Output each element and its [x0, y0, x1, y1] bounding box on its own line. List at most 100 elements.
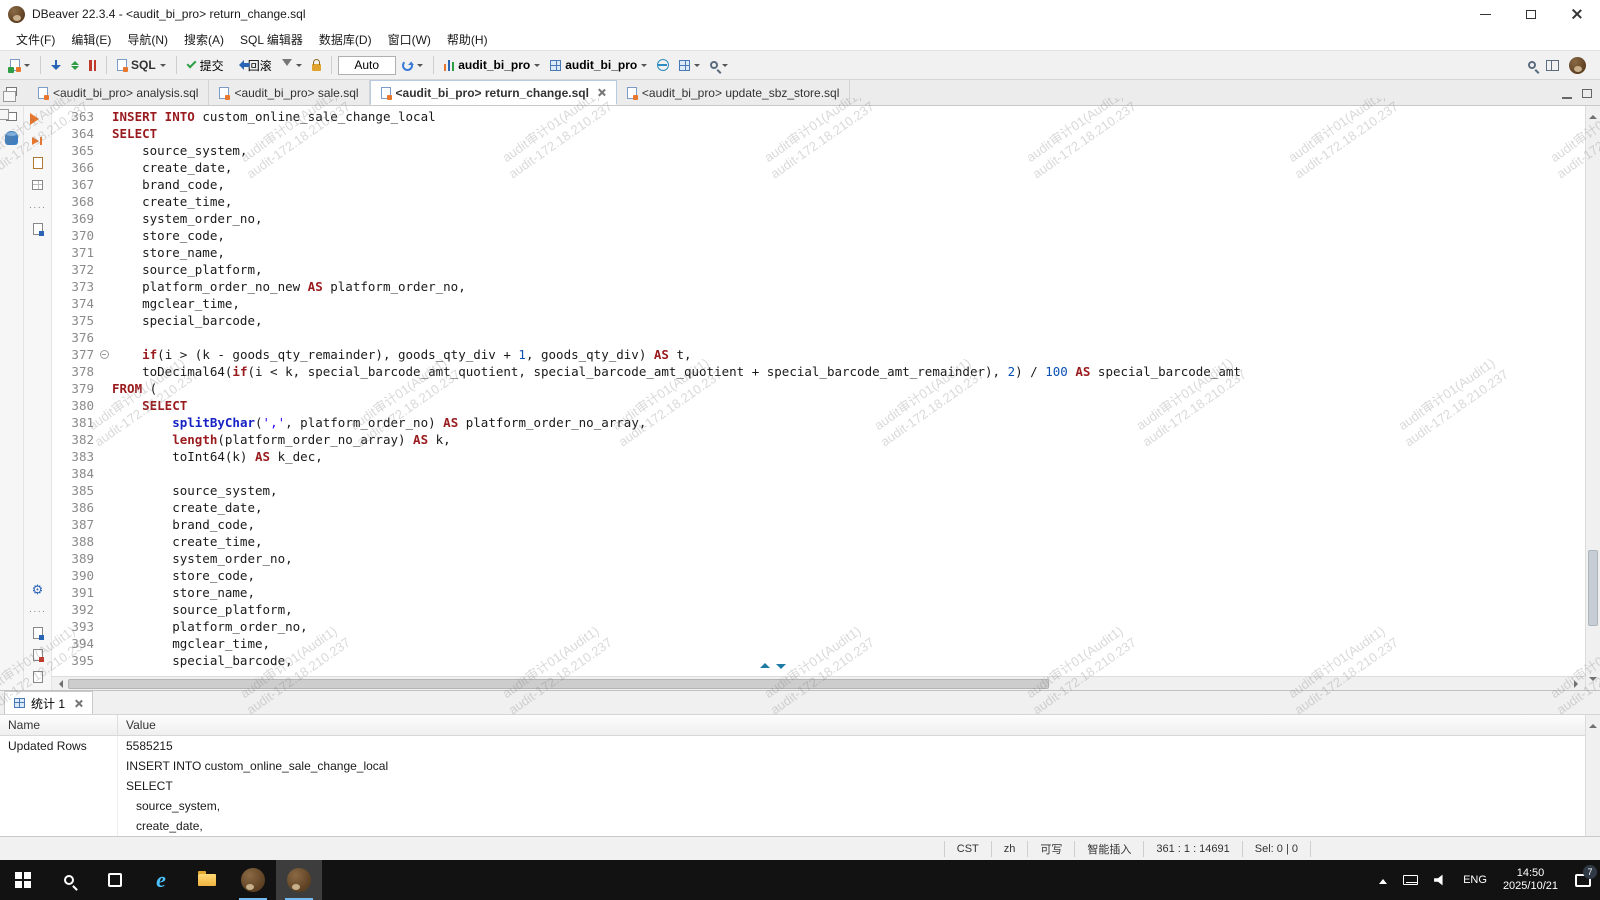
code-line-383[interactable]: 383 toInt64(k) AS k_dec,: [52, 448, 1585, 465]
minimize-view-icon[interactable]: [1562, 97, 1572, 99]
network-button[interactable]: [653, 56, 673, 74]
code-line-382[interactable]: 382 length(platform_order_no_array) AS k…: [52, 431, 1585, 448]
code-line-369[interactable]: 369 system_order_no,: [52, 210, 1585, 227]
code-line-387[interactable]: 387 brand_code,: [52, 516, 1585, 533]
taskbar-search-button[interactable]: [46, 860, 92, 900]
start-button[interactable]: [0, 860, 46, 900]
settings-gear-icon[interactable]: ⚙: [30, 582, 46, 596]
maximize-view-icon[interactable]: [1582, 89, 1592, 98]
horizontal-scrollbar[interactable]: [52, 676, 1585, 690]
column-header-value[interactable]: Value: [118, 715, 1585, 735]
code-line-395[interactable]: 395 special_barcode,: [52, 652, 1585, 669]
vertical-scroll-thumb[interactable]: [1588, 550, 1598, 626]
table-row[interactable]: create_date,: [0, 816, 1585, 836]
code-line-381[interactable]: 381 splitByChar(',', platform_order_no) …: [52, 414, 1585, 431]
column-header-name[interactable]: Name: [0, 715, 118, 735]
code-line-372[interactable]: 372 source_platform,: [52, 261, 1585, 278]
menu-item-4[interactable]: SQL 编辑器: [232, 29, 311, 50]
status-item-5[interactable]: Sel: 0 | 0: [1242, 841, 1310, 857]
execute-script-button[interactable]: [30, 134, 46, 148]
restore-panel-icon[interactable]: [6, 112, 17, 121]
panel-vertical-scrollbar[interactable]: [1585, 715, 1600, 836]
editor-tab-2[interactable]: <audit_bi_pro> return_change.sql: [370, 80, 617, 105]
quick-access-search-icon[interactable]: [1528, 61, 1536, 69]
restore-view-icon[interactable]: [6, 87, 17, 96]
vertical-scrollbar[interactable]: [1585, 106, 1600, 690]
dbeaver-perspective-icon[interactable]: [1569, 57, 1586, 74]
schema-selector[interactable]: audit_bi_pro: [546, 55, 651, 75]
code-line-364[interactable]: 364SELECT: [52, 125, 1585, 142]
sql-mode-dropdown[interactable]: SQL: [113, 55, 170, 75]
rollback-button[interactable]: 回滚: [230, 54, 276, 77]
grid-presentation-dropdown[interactable]: [675, 57, 704, 74]
more-actions-button[interactable]: ····: [30, 200, 46, 214]
code-line-385[interactable]: 385 source_system,: [52, 482, 1585, 499]
auto-commit-combo[interactable]: Auto: [338, 56, 396, 75]
scroll-up-arrow[interactable]: [1586, 108, 1600, 122]
volume-button[interactable]: [1426, 860, 1455, 900]
code-line-377[interactable]: 377 if(i > (k - goods_qty_remainder), go…: [52, 346, 1585, 363]
editor-tab-3[interactable]: <audit_bi_pro> update_sbz_store.sql: [617, 80, 850, 105]
more-options-button[interactable]: ····: [30, 604, 46, 618]
code-line-370[interactable]: 370 store_code,: [52, 227, 1585, 244]
new-sql-editor-button[interactable]: [6, 56, 34, 74]
status-item-0[interactable]: CST: [944, 841, 991, 857]
table-row[interactable]: Updated Rows5585215: [0, 736, 1585, 756]
dbeaver-taskbar-button-1[interactable]: [230, 860, 276, 900]
horizontal-scroll-thumb[interactable]: [68, 679, 1049, 689]
panel-scroll-up-arrow[interactable]: [1586, 717, 1600, 731]
grid-header[interactable]: Name Value: [0, 715, 1585, 736]
code-line-393[interactable]: 393 platform_order_no,: [52, 618, 1585, 635]
code-line-366[interactable]: 366 create_date,: [52, 159, 1585, 176]
internet-explorer-button[interactable]: e: [138, 860, 184, 900]
table-row[interactable]: INSERT INTO custom_online_sale_change_lo…: [0, 756, 1585, 776]
status-item-3[interactable]: 智能插入: [1074, 841, 1143, 857]
menu-item-1[interactable]: 编辑(E): [63, 29, 119, 50]
scroll-down-arrow[interactable]: [1586, 674, 1600, 688]
tray-show-hidden-button[interactable]: [1371, 860, 1395, 900]
status-item-1[interactable]: zh: [991, 841, 1028, 857]
code-line-379[interactable]: 379FROM (: [52, 380, 1585, 397]
action-center-button[interactable]: 7: [1566, 860, 1600, 900]
export-script-button[interactable]: [30, 626, 46, 640]
open-console-button[interactable]: [30, 222, 46, 236]
menu-item-5[interactable]: 数据库(D): [311, 29, 380, 50]
status-item-2[interactable]: 可写: [1027, 841, 1074, 857]
script-file-button[interactable]: [30, 670, 46, 684]
menu-item-0[interactable]: 文件(F): [8, 29, 63, 50]
code-line-373[interactable]: 373 platform_order_no_new AS platform_or…: [52, 278, 1585, 295]
code-line-386[interactable]: 386 create_date,: [52, 499, 1585, 516]
explain-plan-button[interactable]: [30, 156, 46, 170]
execute-all-button[interactable]: [85, 56, 100, 74]
transaction-mode-dropdown[interactable]: [278, 56, 306, 74]
editor-tab-1[interactable]: <audit_bi_pro> sale.sql: [209, 80, 369, 105]
code-line-391[interactable]: 391 store_name,: [52, 584, 1585, 601]
minimize-button[interactable]: [1462, 0, 1508, 28]
code-line-378[interactable]: 378 toDecimal64(if(i < k, special_barcod…: [52, 363, 1585, 380]
code-line-367[interactable]: 367 brand_code,: [52, 176, 1585, 193]
dbeaver-taskbar-button-2[interactable]: [276, 860, 322, 900]
editor-tab-0[interactable]: <audit_bi_pro> analysis.sql: [28, 80, 209, 105]
sync-button[interactable]: [67, 54, 83, 77]
menu-item-3[interactable]: 搜索(A): [176, 29, 232, 50]
code-line-368[interactable]: 368 create_time,: [52, 193, 1585, 210]
code-line-380[interactable]: 380 SELECT: [52, 397, 1585, 414]
code-line-389[interactable]: 389 system_order_no,: [52, 550, 1585, 567]
maximize-button[interactable]: [1508, 0, 1554, 28]
code-line-384[interactable]: 384: [52, 465, 1585, 482]
close-tab-icon[interactable]: [74, 699, 83, 708]
scroll-right-arrow[interactable]: [1571, 677, 1585, 691]
lock-button[interactable]: [308, 56, 325, 74]
code-line-394[interactable]: 394 mgclear_time,: [52, 635, 1585, 652]
connection-selector[interactable]: audit_bi_pro: [440, 55, 545, 75]
statistics-tab[interactable]: 统计 1: [4, 691, 93, 714]
clock[interactable]: 14:50 2025/10/21: [1495, 860, 1566, 900]
language-indicator[interactable]: ENG: [1455, 860, 1495, 900]
code-line-388[interactable]: 388 create_time,: [52, 533, 1585, 550]
menu-item-2[interactable]: 导航(N): [119, 29, 176, 50]
fold-collapse-icon[interactable]: [96, 346, 112, 363]
database-navigator-icon[interactable]: [5, 131, 18, 145]
table-row[interactable]: SELECT: [0, 776, 1585, 796]
perspective-icon[interactable]: [1546, 60, 1559, 71]
code-line-392[interactable]: 392 source_platform,: [52, 601, 1585, 618]
